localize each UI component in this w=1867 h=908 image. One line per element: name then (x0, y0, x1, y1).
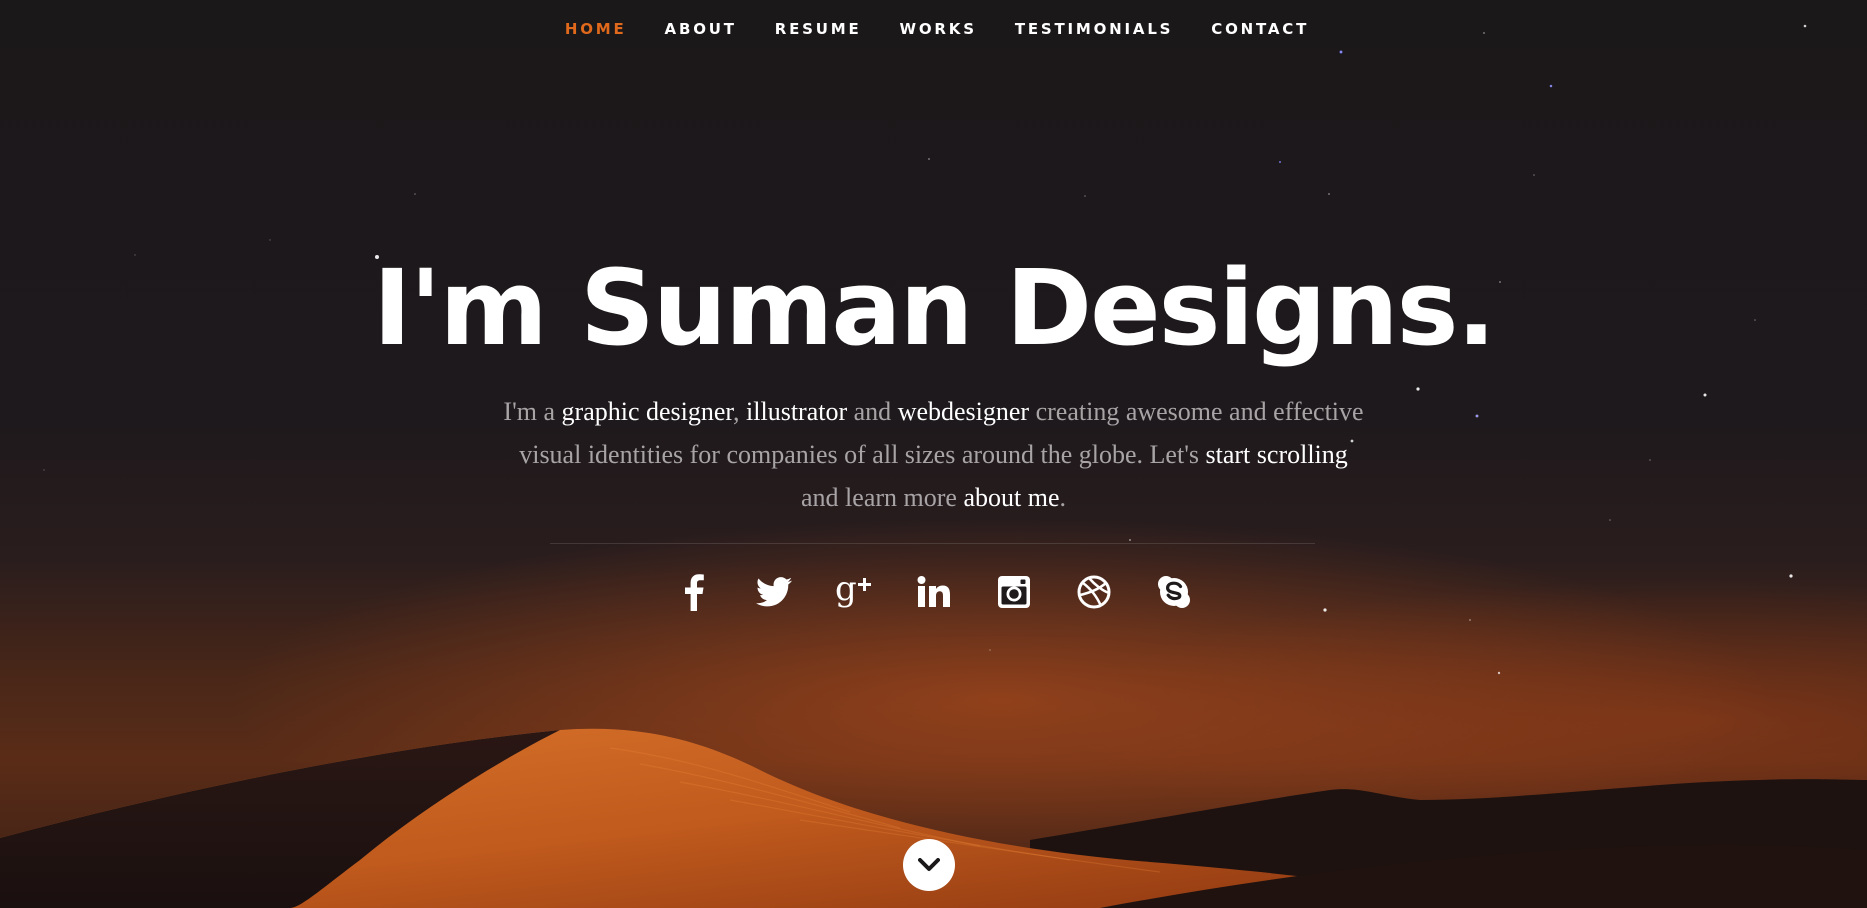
intro-text: . (1059, 483, 1066, 512)
intro-link-start-scrolling[interactable]: start scrolling (1206, 440, 1348, 469)
intro-link-about-me[interactable]: about me (963, 483, 1059, 512)
hero-section: HOME ABOUT RESUME WORKS TESTIMONIALS CON… (0, 0, 1867, 908)
hero-intro: I'm a graphic designer, illustrator and … (500, 390, 1367, 519)
instagram-icon[interactable] (992, 568, 1036, 616)
nav-item-resume[interactable]: RESUME (775, 20, 862, 38)
dribbble-icon[interactable] (1072, 568, 1116, 616)
main-nav: HOME ABOUT RESUME WORKS TESTIMONIALS CON… (0, 0, 1867, 58)
svg-text:g: g (835, 572, 857, 609)
hero-headline: I'm Suman Designs. (372, 247, 1496, 369)
nav-item-about[interactable]: ABOUT (665, 20, 737, 38)
nav-item-home[interactable]: HOME (565, 20, 627, 38)
hero-divider (550, 543, 1315, 544)
intro-highlight-graphic-designer: graphic designer (561, 397, 734, 426)
intro-text: I'm a (503, 397, 562, 426)
linkedin-icon[interactable] (912, 568, 956, 616)
twitter-icon[interactable] (752, 568, 796, 616)
intro-text: and (847, 397, 898, 426)
nav-item-contact[interactable]: CONTACT (1211, 20, 1309, 38)
intro-highlight-illustrator: illustrator (746, 397, 848, 426)
intro-text: and learn more (801, 483, 964, 512)
social-links: g (0, 568, 1867, 616)
chevron-down-icon (918, 858, 940, 871)
nav-item-works[interactable]: WORKS (900, 20, 977, 38)
facebook-icon[interactable] (672, 568, 716, 616)
intro-text: , (733, 397, 747, 426)
intro-highlight-webdesigner: webdesigner (897, 397, 1030, 426)
nav-item-testimonials[interactable]: TESTIMONIALS (1015, 20, 1173, 38)
scroll-down-button[interactable] (903, 839, 955, 891)
google-plus-icon[interactable]: g (832, 568, 876, 616)
skype-icon[interactable] (1152, 568, 1196, 616)
